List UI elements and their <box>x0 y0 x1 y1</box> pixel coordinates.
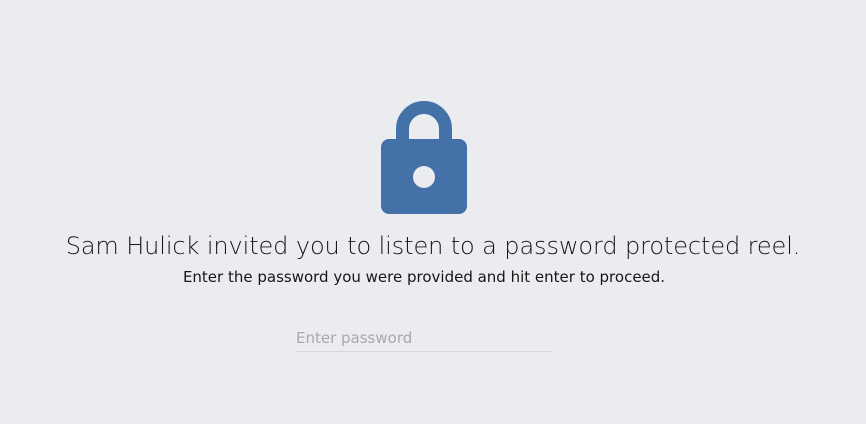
lock-icon <box>381 101 467 214</box>
password-input[interactable] <box>296 325 552 352</box>
instructions-text: Enter the password you were provided and… <box>182 268 666 286</box>
invite-heading: Sam Hulick invited you to listen to a pa… <box>65 232 801 260</box>
